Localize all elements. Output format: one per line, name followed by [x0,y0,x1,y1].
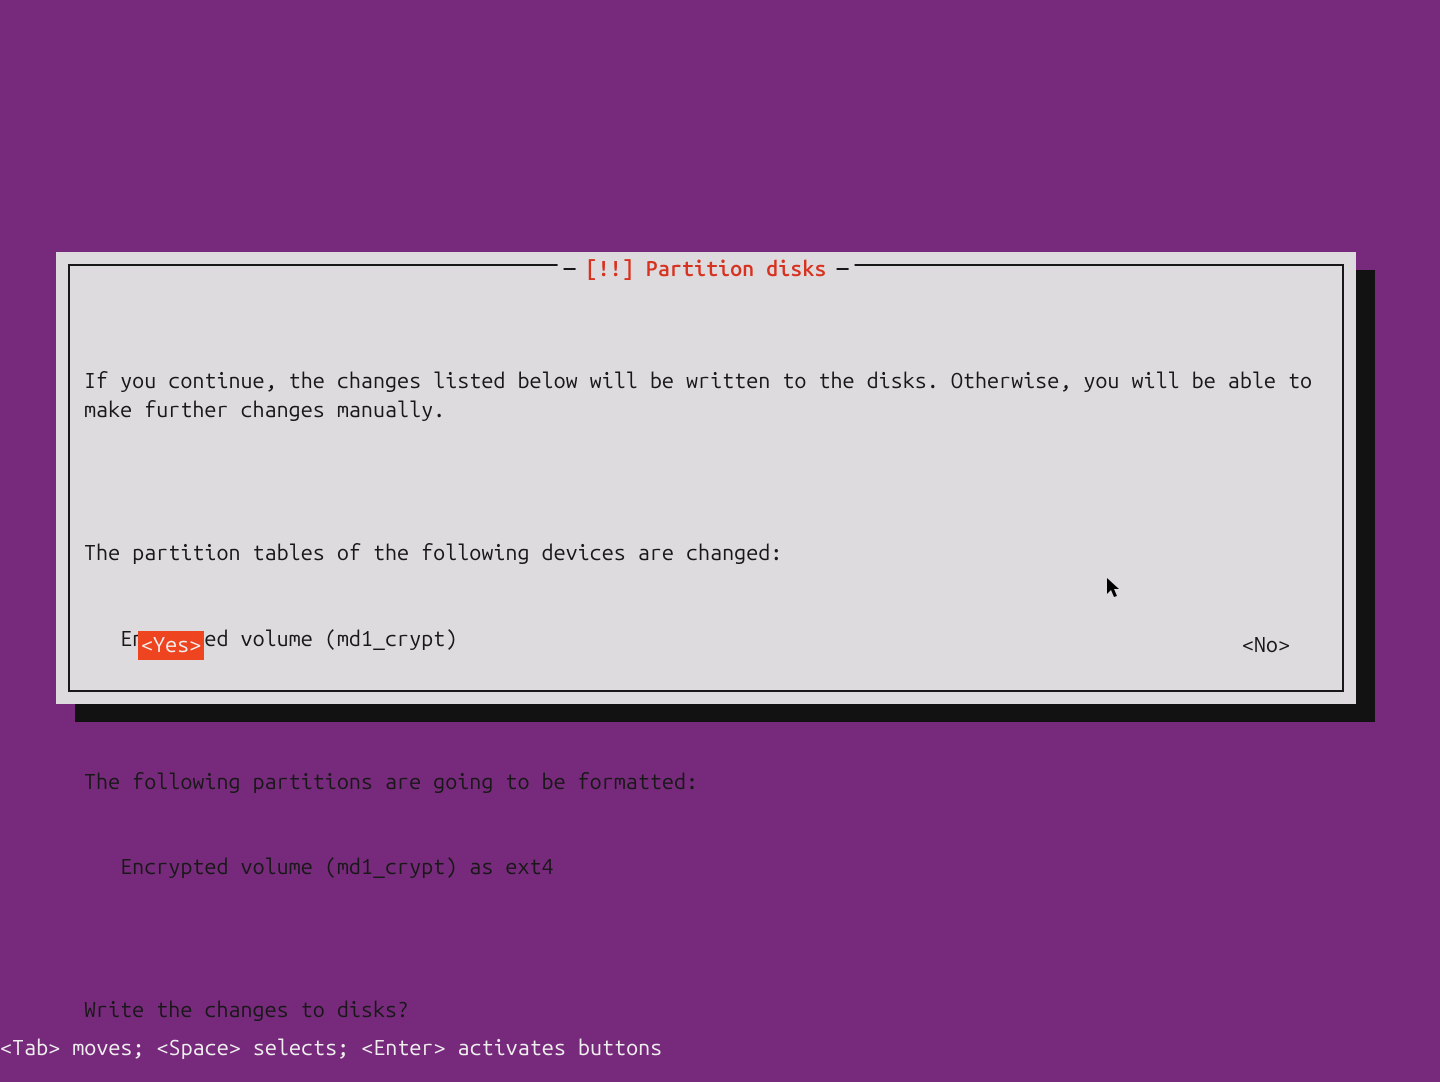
dialog-title-bar: [!!] Partition disks [558,255,855,284]
body-line: The following partitions are going to be… [84,768,1328,797]
title-rule-right [836,268,848,270]
help-bar: <Tab> moves; <Space> selects; <Enter> ac… [0,1034,662,1063]
body-line: Write the changes to disks? [84,996,1328,1025]
body-line: Encrypted volume (md1_crypt) as ext4 [84,853,1328,882]
body-line: The partition tables of the following de… [84,539,1328,568]
dialog-body: If you continue, the changes listed belo… [84,310,1328,1082]
yes-button[interactable]: <Yes> [138,631,204,660]
body-line: If you continue, the changes listed belo… [84,367,1328,424]
no-button[interactable]: <No> [1242,631,1290,660]
dialog-buttons: <Yes> <No> [138,631,1290,660]
partition-dialog: [!!] Partition disks If you continue, th… [56,252,1356,704]
title-rule-left [564,268,576,270]
dialog-title: [!!] Partition disks [576,255,837,284]
